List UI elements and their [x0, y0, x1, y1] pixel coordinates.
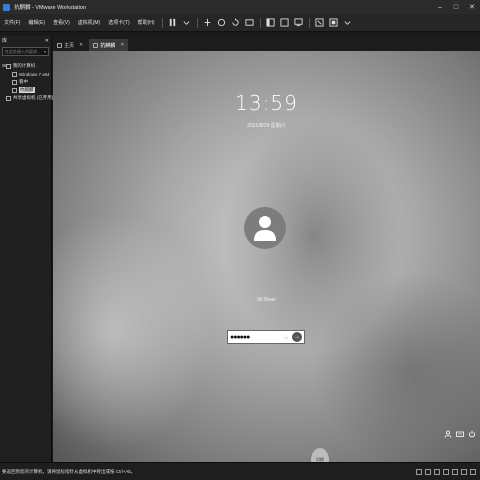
console-view-button[interactable] [294, 18, 304, 28]
maximize-button[interactable]: □ [448, 0, 464, 14]
tree-item-label: 我的计算机 [12, 63, 36, 68]
tree-item-shared-vms[interactable]: 共享虚拟机 (已弃用) [0, 94, 54, 102]
snapshot-button[interactable] [217, 18, 227, 28]
vm-icon [12, 87, 17, 93]
library-search-input[interactable]: 在此处键入内容进... ▾ [2, 47, 49, 56]
tab-label: 主页 [64, 42, 75, 49]
tree-item-label: Windows 7 x64 [19, 71, 50, 77]
password-field[interactable]: ●●●●●● ◡ → [227, 330, 305, 344]
toolbar-separator [161, 17, 163, 28]
tree-item-label: 共享虚拟机 (已弃用) [13, 95, 54, 100]
close-button[interactable]: ✕ [464, 0, 480, 14]
keyboard-icon[interactable] [456, 430, 464, 438]
dropdown-arrow-icon[interactable] [182, 18, 192, 28]
library-panel: 库 ✕ 在此处键入内容进... ▾ ⊟ 我的计算机 Windows 7 x64 … [0, 36, 54, 462]
wallpaper-shape [53, 211, 213, 451]
user-icon [254, 216, 276, 241]
menu-bar: 文件(F) 编辑(E) 查看(V) 虚拟机(M) 选项卡(T) 帮助(H) [0, 14, 480, 32]
usb-icon[interactable] [443, 468, 449, 475]
eye-icon[interactable]: ◡ [284, 334, 292, 340]
close-icon[interactable]: ✕ [79, 42, 83, 48]
toolbar-separator [308, 17, 310, 28]
home-icon [57, 42, 62, 48]
thumbnail-bar-button[interactable] [280, 18, 290, 28]
power-icon[interactable] [468, 430, 476, 438]
vm-tree: ⊟ 我的计算机 Windows 7 x64 看中 抗麒麟 共享虚拟机 (已弃用) [0, 62, 54, 102]
tab-label: 抗麒麟 [100, 42, 116, 49]
vm-icon [12, 71, 17, 77]
pause-button[interactable] [168, 18, 178, 28]
password-mask: ●●●●●● [230, 333, 250, 341]
arrow-right-icon[interactable]: → [292, 332, 302, 342]
display-icon[interactable] [461, 468, 467, 475]
status-bar: 要返回到您的计算机，请将鼠标指针从虚拟机中移出或按 Ctrl+Alt。 [0, 462, 480, 480]
username-label: Mr.Bean [257, 297, 276, 303]
menu-vm[interactable]: 虚拟机(M) [74, 14, 105, 32]
toolbar-separator [259, 17, 261, 28]
vm-console[interactable]: 13:59 2021/8/29 星期六 Mr.Bean ●●●●●● ◡ → [53, 51, 480, 462]
sound-icon[interactable] [452, 468, 458, 475]
library-toggle-button[interactable] [266, 18, 276, 28]
minimize-button[interactable]: – [432, 0, 448, 14]
send-keys-button[interactable] [203, 18, 213, 28]
menu-edit[interactable]: 编辑(E) [24, 14, 49, 32]
toolbar-separator [196, 17, 198, 28]
tree-item-label: 看中 [19, 79, 28, 84]
tree-item-windows7[interactable]: Windows 7 x64 [0, 70, 51, 78]
tab-bar: 主页 ✕ 抗麒麟 ✕ [53, 36, 480, 51]
tree-item-kylin[interactable]: 抗麒麟 [0, 86, 51, 94]
computer-icon [5, 63, 11, 69]
tree-item-kanzhong[interactable]: 看中 [0, 78, 51, 86]
menu-help[interactable]: 帮助(H) [134, 14, 159, 32]
library-title: 库 [2, 38, 8, 44]
vmware-app-icon [3, 3, 10, 11]
revert-snapshot-button[interactable] [231, 18, 241, 28]
close-icon[interactable]: ✕ [120, 42, 124, 48]
unity-button[interactable] [329, 18, 339, 28]
status-hint: 要返回到您的计算机，请将鼠标指针从虚拟机中移出或按 Ctrl+Alt。 [2, 468, 136, 474]
network-icon[interactable] [434, 468, 440, 475]
switch-user-icon[interactable] [444, 430, 452, 438]
lock-screen-tray [444, 430, 476, 438]
chevron-down-icon[interactable]: ▾ [44, 49, 46, 54]
search-placeholder: 在此处键入内容进... [5, 48, 41, 54]
vm-icon [12, 79, 17, 85]
tree-item-my-computer[interactable]: ⊟ 我的计算机 [0, 62, 51, 70]
library-close-icon[interactable]: ✕ [45, 38, 49, 44]
cdrom-icon[interactable] [425, 468, 431, 475]
menu-view[interactable]: 查看(V) [49, 14, 74, 32]
window-title: 抗麒麟 - VMware Workstation [14, 5, 87, 11]
tab-kylin[interactable]: 抗麒麟 ✕ [89, 39, 129, 51]
library-header: 库 ✕ [0, 36, 51, 45]
device-status-icons [416, 468, 480, 475]
tree-item-label: 抗麒麟 [19, 87, 35, 93]
menu-tabs[interactable]: 选项卡(T) [104, 14, 133, 32]
vm-icon [93, 42, 99, 48]
lock-date: 2021/8/29 星期六 [247, 123, 286, 129]
dropdown-arrow-icon[interactable] [343, 18, 353, 28]
title-bar: 抗麒麟 - VMware Workstation – □ ✕ [0, 0, 480, 14]
lock-clock: 13:59 [235, 91, 298, 115]
snapshot-manager-button[interactable] [245, 18, 255, 28]
user-avatar [244, 207, 286, 249]
menu-file[interactable]: 文件(F) [0, 14, 24, 32]
tab-home[interactable]: 主页 ✕ [53, 39, 87, 51]
hdd-icon[interactable] [416, 468, 422, 475]
shared-vm-icon [6, 95, 11, 101]
message-icon[interactable] [470, 468, 476, 475]
fullscreen-button[interactable] [315, 18, 325, 28]
